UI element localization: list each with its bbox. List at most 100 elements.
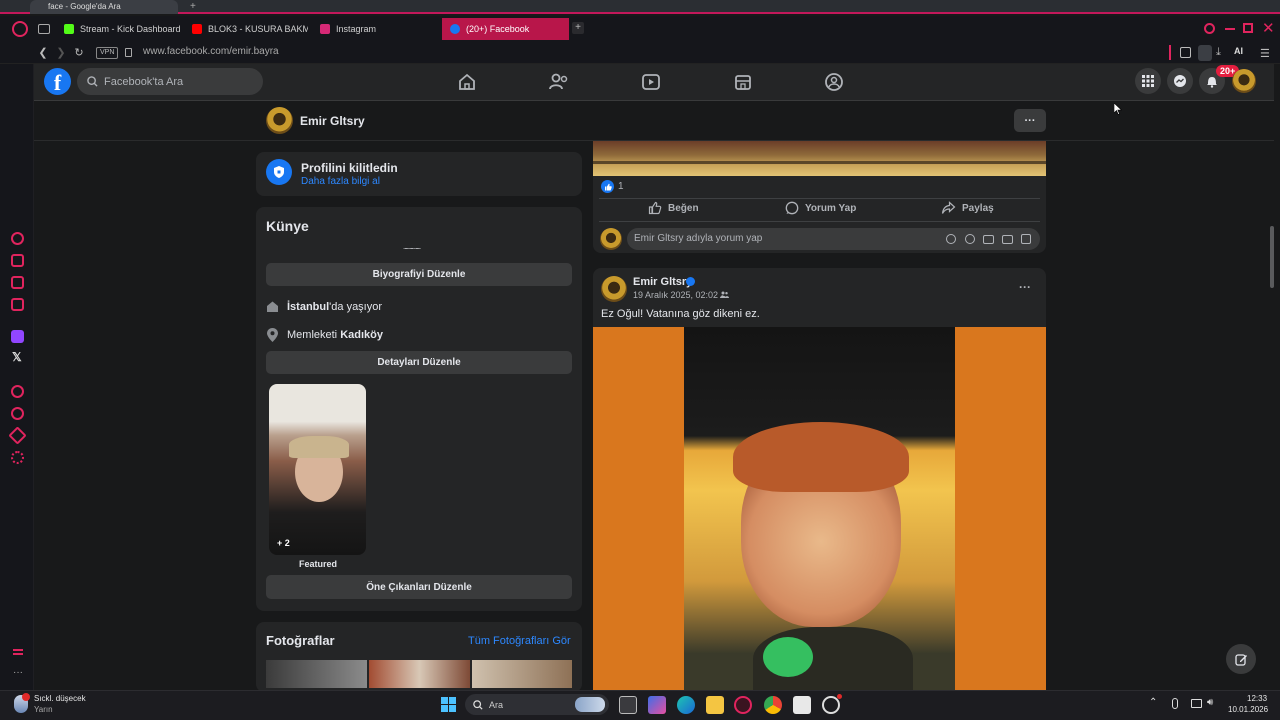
profile-more-button[interactable]: ··· — [1014, 109, 1046, 132]
close-window-icon[interactable]: ✕ — [1262, 19, 1275, 37]
file-explorer-icon[interactable] — [706, 696, 724, 714]
clock-time[interactable]: 12:33 — [1247, 694, 1267, 703]
tab-youtube[interactable]: BLOK3 - KUSURA BAKMA — [184, 18, 308, 40]
tab-facebook[interactable]: (20+) Facebook — [442, 18, 569, 40]
post-2-date[interactable]: 19 Aralık 2025, 02:02 · — [633, 290, 724, 300]
sidebar-history-icon[interactable] — [11, 407, 24, 420]
aria-ai-button[interactable]: AI — [1234, 46, 1243, 56]
featured-photo[interactable]: + 2 — [269, 384, 366, 555]
lives-in-city: İstanbul — [287, 301, 330, 313]
avatar-sticker-icon[interactable] — [946, 234, 956, 244]
forward-icon[interactable]: ❯ — [54, 46, 68, 60]
facebook-search[interactable] — [77, 68, 263, 95]
post-1-image-rail — [593, 161, 1046, 164]
pinned-extension-icon[interactable] — [1198, 45, 1212, 61]
copilot-icon[interactable] — [648, 696, 666, 714]
opera-gx-taskbar-icon[interactable] — [734, 696, 752, 714]
network-icon[interactable] — [1191, 699, 1202, 708]
browser-sidebar: 𝕏 ··· — [0, 64, 34, 690]
sidebar-twitch-icon[interactable] — [11, 330, 24, 343]
like-count[interactable]: 1 — [618, 181, 624, 192]
profile-name-header[interactable]: Emir Gltsry — [300, 114, 365, 128]
store-icon[interactable] — [793, 696, 811, 714]
chrome-icon[interactable] — [764, 696, 782, 714]
share-button[interactable]: Paylaş — [941, 200, 994, 216]
weather-title[interactable]: Sıckl. düşecek — [34, 694, 86, 703]
lock-icon[interactable] — [125, 48, 132, 57]
photo-thumb-1[interactable] — [266, 660, 367, 688]
sidebar-x-icon[interactable]: 𝕏 — [12, 350, 22, 364]
url-text[interactable]: www.facebook.com/emir.bayra — [143, 46, 279, 57]
task-view-icon[interactable] — [619, 696, 637, 714]
sidebar-bag-icon[interactable] — [11, 254, 24, 267]
post-2-author-avatar[interactable] — [601, 276, 627, 302]
friends-privacy-icon[interactable] — [720, 291, 729, 298]
account-avatar[interactable] — [1232, 69, 1256, 93]
tab-instagram[interactable]: Instagram — [312, 18, 436, 40]
sidebar-extensions-icon[interactable] — [8, 426, 27, 445]
windows-start-icon[interactable] — [441, 697, 456, 712]
nav-video-icon[interactable] — [639, 70, 663, 94]
post-2-image[interactable] — [593, 327, 1046, 690]
tab-kick[interactable]: Stream - Kick Dashboard — [56, 18, 180, 40]
emoji-icon[interactable] — [965, 234, 975, 244]
workspaces-icon[interactable] — [38, 24, 50, 34]
locked-profile-link[interactable]: Daha fazla bilgi al — [301, 176, 380, 187]
opera-logo-icon[interactable] — [12, 21, 28, 37]
edge-icon[interactable] — [677, 696, 695, 714]
post-2-author[interactable]: Emir Gltsry — [633, 276, 692, 288]
taskbar-search[interactable]: Ara — [465, 694, 609, 715]
camera-icon[interactable] — [983, 235, 994, 244]
nav-marketplace-icon[interactable] — [731, 70, 755, 94]
comment-input-placeholder[interactable]: Emir Gltsry adıyla yorum yap — [634, 233, 762, 244]
tray-overflow-icon[interactable]: ⌃ — [1149, 697, 1157, 708]
weather-subtitle[interactable]: Yarın — [34, 705, 53, 714]
gif-icon[interactable] — [1002, 235, 1013, 244]
add-tab-plus-icon[interactable]: + — [572, 22, 584, 34]
sidebar-music-icon[interactable] — [11, 298, 24, 311]
menu-icon[interactable]: ☰ — [1260, 47, 1270, 60]
sidebar-more-icon[interactable]: ··· — [13, 667, 23, 678]
page-scrollbar[interactable] — [1270, 226, 1274, 288]
sticker-icon[interactable] — [1021, 234, 1031, 244]
photo-thumb-2[interactable] — [369, 660, 470, 688]
extensions-icon[interactable] — [1180, 47, 1191, 58]
nav-home-icon[interactable] — [455, 70, 479, 94]
sidebar-messenger-icon[interactable] — [11, 276, 24, 289]
facebook-logo[interactable]: f — [44, 68, 71, 95]
like-reaction-icon[interactable] — [601, 180, 614, 193]
edit-bio-button[interactable]: Biyografiyi Düzenle — [266, 263, 572, 286]
new-message-button[interactable] — [1226, 644, 1256, 674]
microphone-icon[interactable] — [1172, 698, 1178, 709]
search-input[interactable] — [104, 75, 254, 88]
sidebar-aria-icon[interactable] — [11, 232, 24, 245]
profile-avatar-small[interactable] — [266, 107, 293, 134]
photos-title: Fotoğraflar — [266, 633, 335, 648]
reload-icon[interactable]: ↻ — [72, 46, 86, 60]
photo-thumb-3[interactable] — [472, 660, 572, 688]
comment-button[interactable]: Yorum Yap — [785, 200, 856, 216]
new-tab-plus-icon[interactable]: + — [190, 1, 196, 12]
sidebar-settings-icon[interactable] — [11, 451, 24, 464]
clock-date[interactable]: 10.01.2026 — [1228, 705, 1268, 714]
sidebar-gx-icon[interactable] — [13, 649, 23, 655]
edit-details-button[interactable]: Detayları Düzenle — [266, 351, 572, 374]
nav-friends-icon[interactable] — [547, 70, 571, 94]
sidebar-player-icon[interactable] — [11, 385, 24, 398]
menu-grid-button[interactable] — [1135, 68, 1161, 94]
nav-groups-icon[interactable] — [822, 70, 846, 94]
tab-google[interactable]: face - Google'da Ara — [30, 0, 178, 14]
vpn-badge[interactable]: VPN — [96, 47, 119, 59]
see-all-photos-link[interactable]: Tüm Fotoğrafları Gör — [468, 635, 571, 647]
messenger-button[interactable] — [1167, 68, 1193, 94]
post-2-more-button[interactable]: ··· — [1019, 280, 1031, 294]
like-button[interactable]: Beğen — [648, 200, 699, 216]
edit-featured-button[interactable]: Öne Çıkanları Düzenle — [266, 575, 572, 599]
back-icon[interactable]: ❮ — [36, 46, 50, 60]
post-1-image[interactable] — [593, 141, 1046, 176]
maximize-icon[interactable] — [1243, 23, 1253, 33]
minimize-icon[interactable] — [1225, 28, 1235, 30]
download-icon[interactable]: ⤓ — [1216, 46, 1221, 59]
search-tabs-icon[interactable] — [1204, 23, 1215, 34]
volume-icon[interactable]: 🔊︎ — [1207, 697, 1213, 708]
